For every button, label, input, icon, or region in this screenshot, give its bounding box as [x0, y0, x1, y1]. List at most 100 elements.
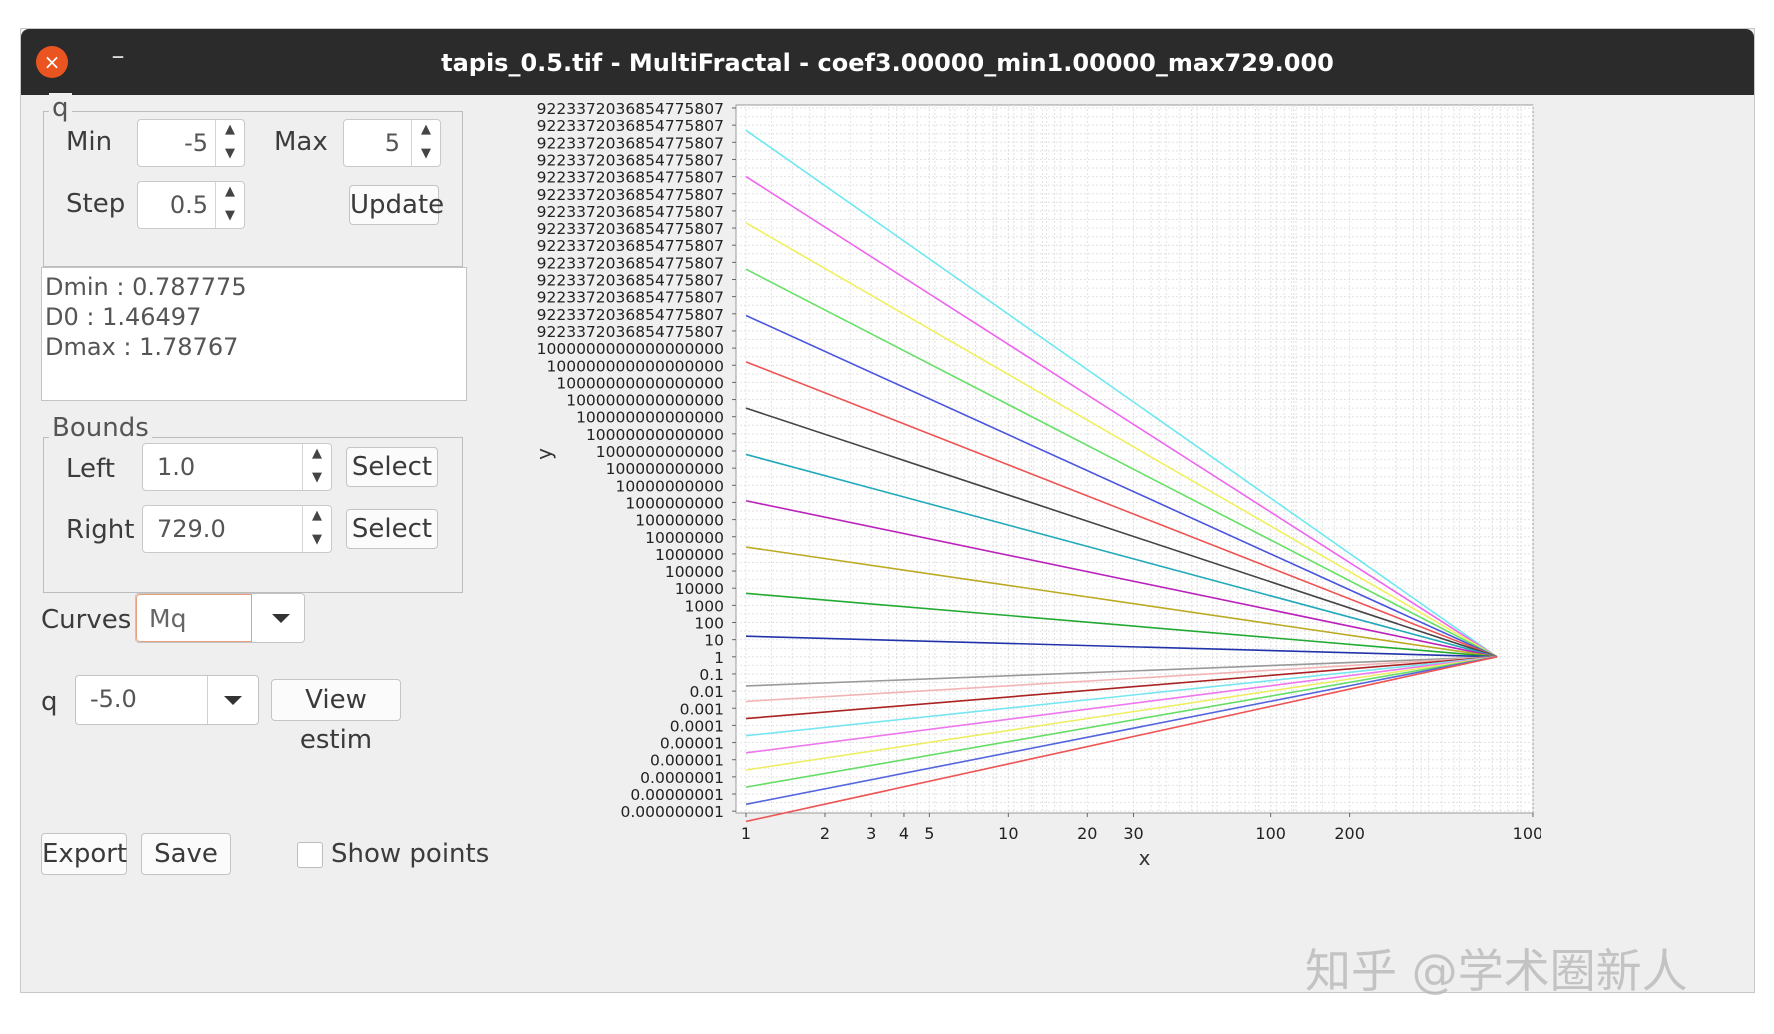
- y-tick-label: 1000000000000: [596, 443, 724, 461]
- y-tick-label: 9223372036854775807: [537, 100, 724, 118]
- y-tick-label: 100000000000000000: [546, 357, 724, 375]
- q-combobox[interactable]: -5.0: [75, 675, 259, 725]
- x-axis-label: x: [1139, 846, 1151, 870]
- y-tick-label: 100000: [665, 563, 724, 581]
- right-bound-label: Right: [66, 515, 135, 545]
- max-value: 5: [384, 129, 400, 157]
- chevron-down-icon[interactable]: [272, 614, 290, 623]
- y-tick-label: 0.00000001: [630, 786, 724, 804]
- y-tick-label: 0.0000001: [640, 769, 724, 787]
- spin-down-icon[interactable]: ▼: [303, 532, 331, 555]
- window-title: tapis_0.5.tif - MultiFractal - coef3.000…: [441, 49, 1334, 77]
- min-spinner[interactable]: -5 ▲ ▼: [137, 119, 245, 167]
- step-label: Step: [66, 189, 126, 219]
- watermark-text: 知乎 @学术圈新人: [1305, 944, 1688, 998]
- view-estim-button[interactable]: View estim: [271, 679, 401, 755]
- curves-value-field[interactable]: Mq: [136, 594, 252, 642]
- x-tick-label: 1: [741, 824, 751, 843]
- export-button[interactable]: Export: [41, 833, 127, 875]
- y-tick-label: 10000: [675, 580, 724, 598]
- y-tick-label: 0.01: [689, 683, 724, 701]
- q-combobox-divider: [207, 676, 208, 724]
- y-tick-label: 9223372036854775807: [537, 203, 724, 221]
- app-window: × – tapis_0.5.tif - MultiFractal - coef3…: [20, 28, 1755, 993]
- d0-line: D0 : 1.46497: [45, 303, 202, 331]
- bounds-group-legend: Bounds: [49, 413, 152, 443]
- spin-down-icon[interactable]: ▼: [412, 146, 440, 169]
- spin-down-icon[interactable]: ▼: [216, 208, 244, 231]
- curves-label: Curves: [41, 605, 132, 635]
- y-tick-label: 9223372036854775807: [537, 151, 724, 169]
- left-bound-value: 1.0: [157, 453, 196, 481]
- right-bound-value: 729.0: [157, 515, 226, 543]
- y-tick-label: 9223372036854775807: [537, 186, 724, 204]
- results-text-area[interactable]: Dmin : 0.787775 D0 : 1.46497 Dmax : 1.78…: [41, 267, 467, 401]
- x-tick-label: 200: [1334, 824, 1365, 843]
- save-button[interactable]: Save: [141, 833, 231, 875]
- max-spinner[interactable]: 5 ▲ ▼: [343, 119, 441, 167]
- spin-up-icon[interactable]: ▲: [303, 508, 331, 531]
- curves-combobox[interactable]: Mq: [135, 593, 305, 643]
- x-tick-label: 5: [924, 824, 934, 843]
- y-tick-label: 0.0001: [670, 717, 724, 735]
- max-label: Max: [274, 127, 328, 157]
- x-tick-label: 30: [1123, 824, 1143, 843]
- y-tick-label: 1000000000000000000: [537, 340, 724, 358]
- left-bound-spinner[interactable]: 1.0 ▲ ▼: [142, 443, 332, 491]
- max-spinner-arrows: ▲ ▼: [411, 120, 440, 166]
- right-select-button[interactable]: Select: [346, 509, 438, 549]
- y-tick-label: 1000000: [655, 546, 724, 564]
- y-tick-label: 10000000000000000: [556, 374, 724, 392]
- chevron-down-icon[interactable]: [224, 696, 242, 705]
- y-axis-label: y: [532, 448, 556, 460]
- y-tick-label: 100: [694, 615, 724, 633]
- y-tick-label: 1000000000: [625, 494, 724, 512]
- left-select-button[interactable]: Select: [346, 447, 438, 487]
- spin-up-icon[interactable]: ▲: [412, 122, 440, 145]
- right-bound-arrows: ▲ ▼: [302, 506, 331, 552]
- spin-down-icon[interactable]: ▼: [303, 470, 331, 493]
- y-tick-label: 1: [714, 649, 724, 667]
- x-tick-label: 20: [1077, 824, 1097, 843]
- title-bar: × – tapis_0.5.tif - MultiFractal - coef3…: [21, 29, 1754, 95]
- y-tick-label: 0.00001: [660, 735, 724, 753]
- x-tick-label: 100: [1255, 824, 1286, 843]
- spin-down-icon[interactable]: ▼: [216, 146, 244, 169]
- show-points-label: Show points: [331, 839, 490, 869]
- curves-value: Mq: [149, 604, 187, 633]
- spin-up-icon[interactable]: ▲: [216, 122, 244, 145]
- x-tick-label: 2: [820, 824, 830, 843]
- x-tick-label: 10: [998, 824, 1018, 843]
- q-group-legend: q: [49, 93, 72, 123]
- show-points-checkbox[interactable]: [297, 842, 323, 868]
- y-tick-label: 0.001: [680, 700, 724, 718]
- min-spinner-arrows: ▲ ▼: [215, 120, 244, 166]
- y-tick-label: 10000000000: [616, 477, 724, 495]
- y-tick-label: 1000000000000000: [566, 392, 724, 410]
- y-tick-label: 9223372036854775807: [537, 169, 724, 187]
- update-button[interactable]: Update: [349, 185, 444, 225]
- left-bound-arrows: ▲ ▼: [302, 444, 331, 490]
- log-log-chart: 9223372036854775807922337203685477580792…: [532, 100, 1541, 870]
- step-value: 0.5: [169, 191, 208, 219]
- right-bound-spinner[interactable]: 729.0 ▲ ▼: [142, 505, 332, 553]
- y-tick-label: 0.000001: [650, 752, 724, 770]
- spin-up-icon[interactable]: ▲: [303, 446, 331, 469]
- y-tick-label: 1000: [685, 597, 724, 615]
- y-tick-label: 9223372036854775807: [537, 306, 724, 324]
- y-tick-label: 10000000000000: [586, 426, 724, 444]
- y-tick-label: 100000000000: [606, 460, 724, 478]
- y-tick-label: 10000000: [645, 529, 724, 547]
- y-tick-label: 10: [704, 632, 724, 650]
- y-tick-label: 9223372036854775807: [537, 272, 724, 290]
- y-tick-label: 0.1: [699, 666, 724, 684]
- step-spinner[interactable]: 0.5 ▲ ▼: [137, 181, 245, 229]
- left-bound-label: Left: [66, 454, 115, 484]
- spin-up-icon[interactable]: ▲: [216, 184, 244, 207]
- dmin-line: Dmin : 0.787775: [45, 273, 247, 301]
- x-tick-label: 1000: [1513, 824, 1541, 843]
- x-tick-label: 4: [899, 824, 909, 843]
- y-tick-label: 9223372036854775807: [537, 323, 724, 341]
- dmax-line: Dmax : 1.78767: [45, 333, 239, 361]
- q-combobox-value: -5.0: [90, 685, 137, 713]
